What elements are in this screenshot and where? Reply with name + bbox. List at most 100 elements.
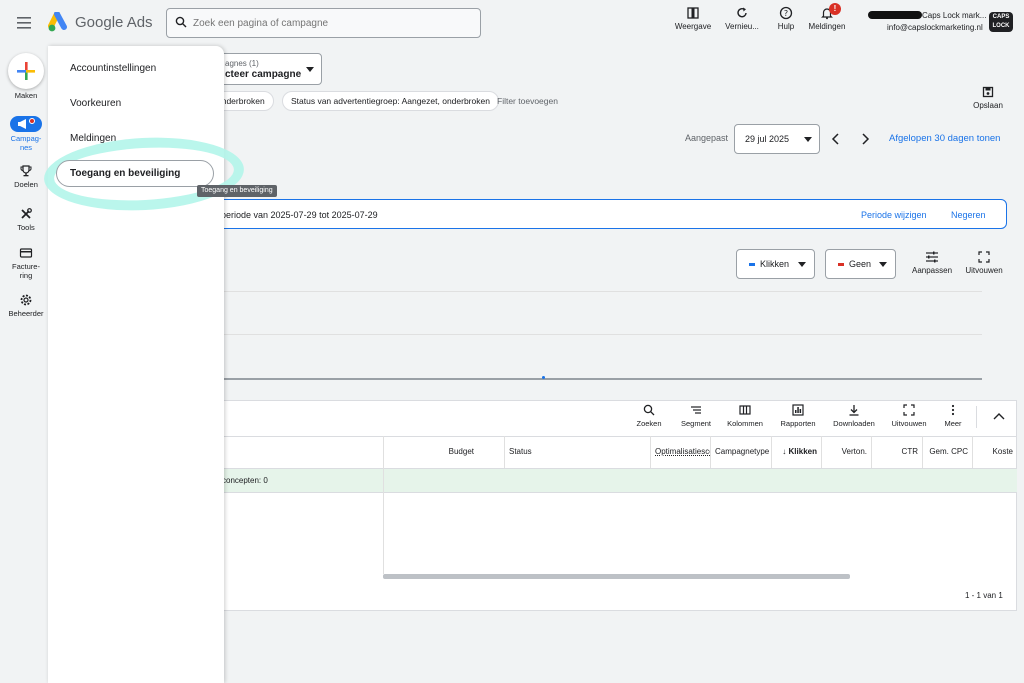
app-name: Google Ads [75,14,153,31]
bell-icon [799,6,855,20]
notifications-button[interactable]: ! Meldingen [799,3,855,31]
add-filter-link[interactable]: Filter toevoegen [497,96,558,106]
google-ads-logo-icon[interactable] [48,12,72,34]
menu-item-account-settings[interactable]: Accountinstellingen [70,63,156,74]
campaign-select-value: cteer campagne [225,69,302,80]
filter-chip-adgroup-status[interactable]: Status van advertentiegroep: Aangezet, o… [282,91,499,111]
plus-icon [8,53,44,89]
chevron-left-icon [831,133,841,145]
toolbar-divider [976,406,977,428]
expand-icon [960,251,1008,263]
rail-label-admin: Beheerder [8,309,44,318]
expand-chart-button[interactable]: Uitvouwen [960,251,1008,275]
menu-item-access-security[interactable]: Toegang en beveiliging [56,160,214,187]
rail-item-billing[interactable]: Facture- ring [4,246,48,280]
rail-label-billing: Facture- ring [12,262,40,280]
customize-chart-button[interactable]: Aanpassen [908,251,956,275]
redacted-account-id [868,11,922,19]
segment-label: Segment [680,419,712,428]
create-button[interactable] [8,53,44,89]
rail-label-campaigns: Campag- nes [10,134,42,152]
notifications-label: Meldingen [808,22,846,31]
reports-button[interactable]: Rapporten [775,404,821,428]
columns-label: Kolommen [727,419,763,428]
download-label: Downloaden [833,419,875,428]
search-box[interactable] [166,8,481,38]
menu-icon[interactable] [14,13,36,33]
expand-icon [886,404,932,416]
save-label: Opslaan [973,101,1003,110]
more-button[interactable]: Meer [930,404,976,428]
dismiss-link[interactable]: Negeren [951,210,986,220]
column-header-conversions[interactable]: Verton. [821,436,871,468]
column-header-clicks[interactable]: ↓ Klikken [771,436,821,468]
campaign-select[interactable]: agnes (1) cteer campagne [210,53,322,85]
metric-1-color-swatch [749,263,755,266]
column-header-cost[interactable]: Koste [972,436,1017,468]
more-icon [930,404,976,416]
chart-axis [210,378,982,380]
column-header-budget[interactable]: Budget [383,436,504,468]
column-header-ctr[interactable]: CTR [871,436,922,468]
save-button[interactable]: Opslaan [970,86,1006,110]
gear-icon [4,293,48,307]
collapse-table-button[interactable] [993,412,1005,420]
campaign-table [210,400,1017,611]
change-period-link[interactable]: Periode wijzigen [861,210,927,220]
notification-badge: ! [829,3,841,15]
rail-item-admin[interactable]: Beheerder [4,293,48,318]
menu-item-preferences[interactable]: Voorkeuren [70,98,121,109]
column-divider [383,468,384,574]
access-security-label: Toegang en beveiliging [70,168,181,179]
tools-icon [4,207,48,221]
date-picker[interactable]: 29 jul 2025 [734,124,820,154]
search-input[interactable] [193,14,473,32]
next-period-button[interactable] [860,133,870,145]
rail-label-goals: Doelen [14,180,38,189]
columns-icon [722,404,768,416]
account-avatar[interactable]: CAPS LOCK [989,12,1013,32]
column-header-status[interactable]: Status [504,436,650,468]
campaigns-icon [10,116,42,132]
metric-2-select[interactable]: Geen [825,249,896,279]
column-header-avg-cpc[interactable]: Gem. CPC [922,436,972,468]
chevron-up-icon [993,412,1005,420]
campaign-select-caption: agnes (1) [225,59,259,68]
reports-label: Rapporten [780,419,816,428]
metric-1-select[interactable]: Klikken [736,249,815,279]
rail-item-campaigns[interactable]: Campag- nes [4,116,48,152]
download-button[interactable]: Downloaden [828,404,880,428]
chart-data-point [542,376,545,379]
rail-label-create: Maken [14,91,38,100]
table-expand-button[interactable]: Uitvouwen [886,404,932,428]
billing-icon [4,246,48,260]
columns-button[interactable]: Kolommen [722,404,768,428]
chevron-down-icon [804,137,812,143]
reports-icon [775,404,821,416]
account-name[interactable]: Caps Lock mark... [922,11,986,20]
svg-text:?: ? [784,9,788,18]
more-label: Meer [944,419,962,428]
chevron-down-icon [798,262,806,268]
top-bar [0,0,1024,46]
download-icon [828,404,880,416]
chart-gridline [210,334,982,335]
column-header-campaign-type[interactable]: Campagnetype [710,436,771,468]
view-button[interactable]: Weergave [665,6,721,31]
tune-icon [908,251,956,263]
table-search-button[interactable]: Zoeken [626,404,672,428]
rail-item-tools[interactable]: Tools [4,207,48,232]
date-notice-banner: periode van 2025-07-29 tot 2025-07-29 Pe… [210,199,1007,229]
table-expand-label: Uitvouwen [891,419,927,428]
last-30-days-link[interactable]: Afgelopen 30 dagen tonen [889,133,1000,144]
search-icon [626,404,672,416]
column-header-optimization-score[interactable]: Optimalisatiescore [650,436,710,468]
previous-period-button[interactable] [831,133,841,145]
segment-icon [673,404,719,416]
account-email[interactable]: info@capslockmarketing.nl [887,23,983,32]
chevron-right-icon [860,133,870,145]
horizontal-scrollbar[interactable] [383,574,850,579]
segment-button[interactable]: Segment [673,404,719,428]
rail-item-goals[interactable]: Doelen [4,164,48,189]
metric-1-label: Klikken [760,259,790,269]
